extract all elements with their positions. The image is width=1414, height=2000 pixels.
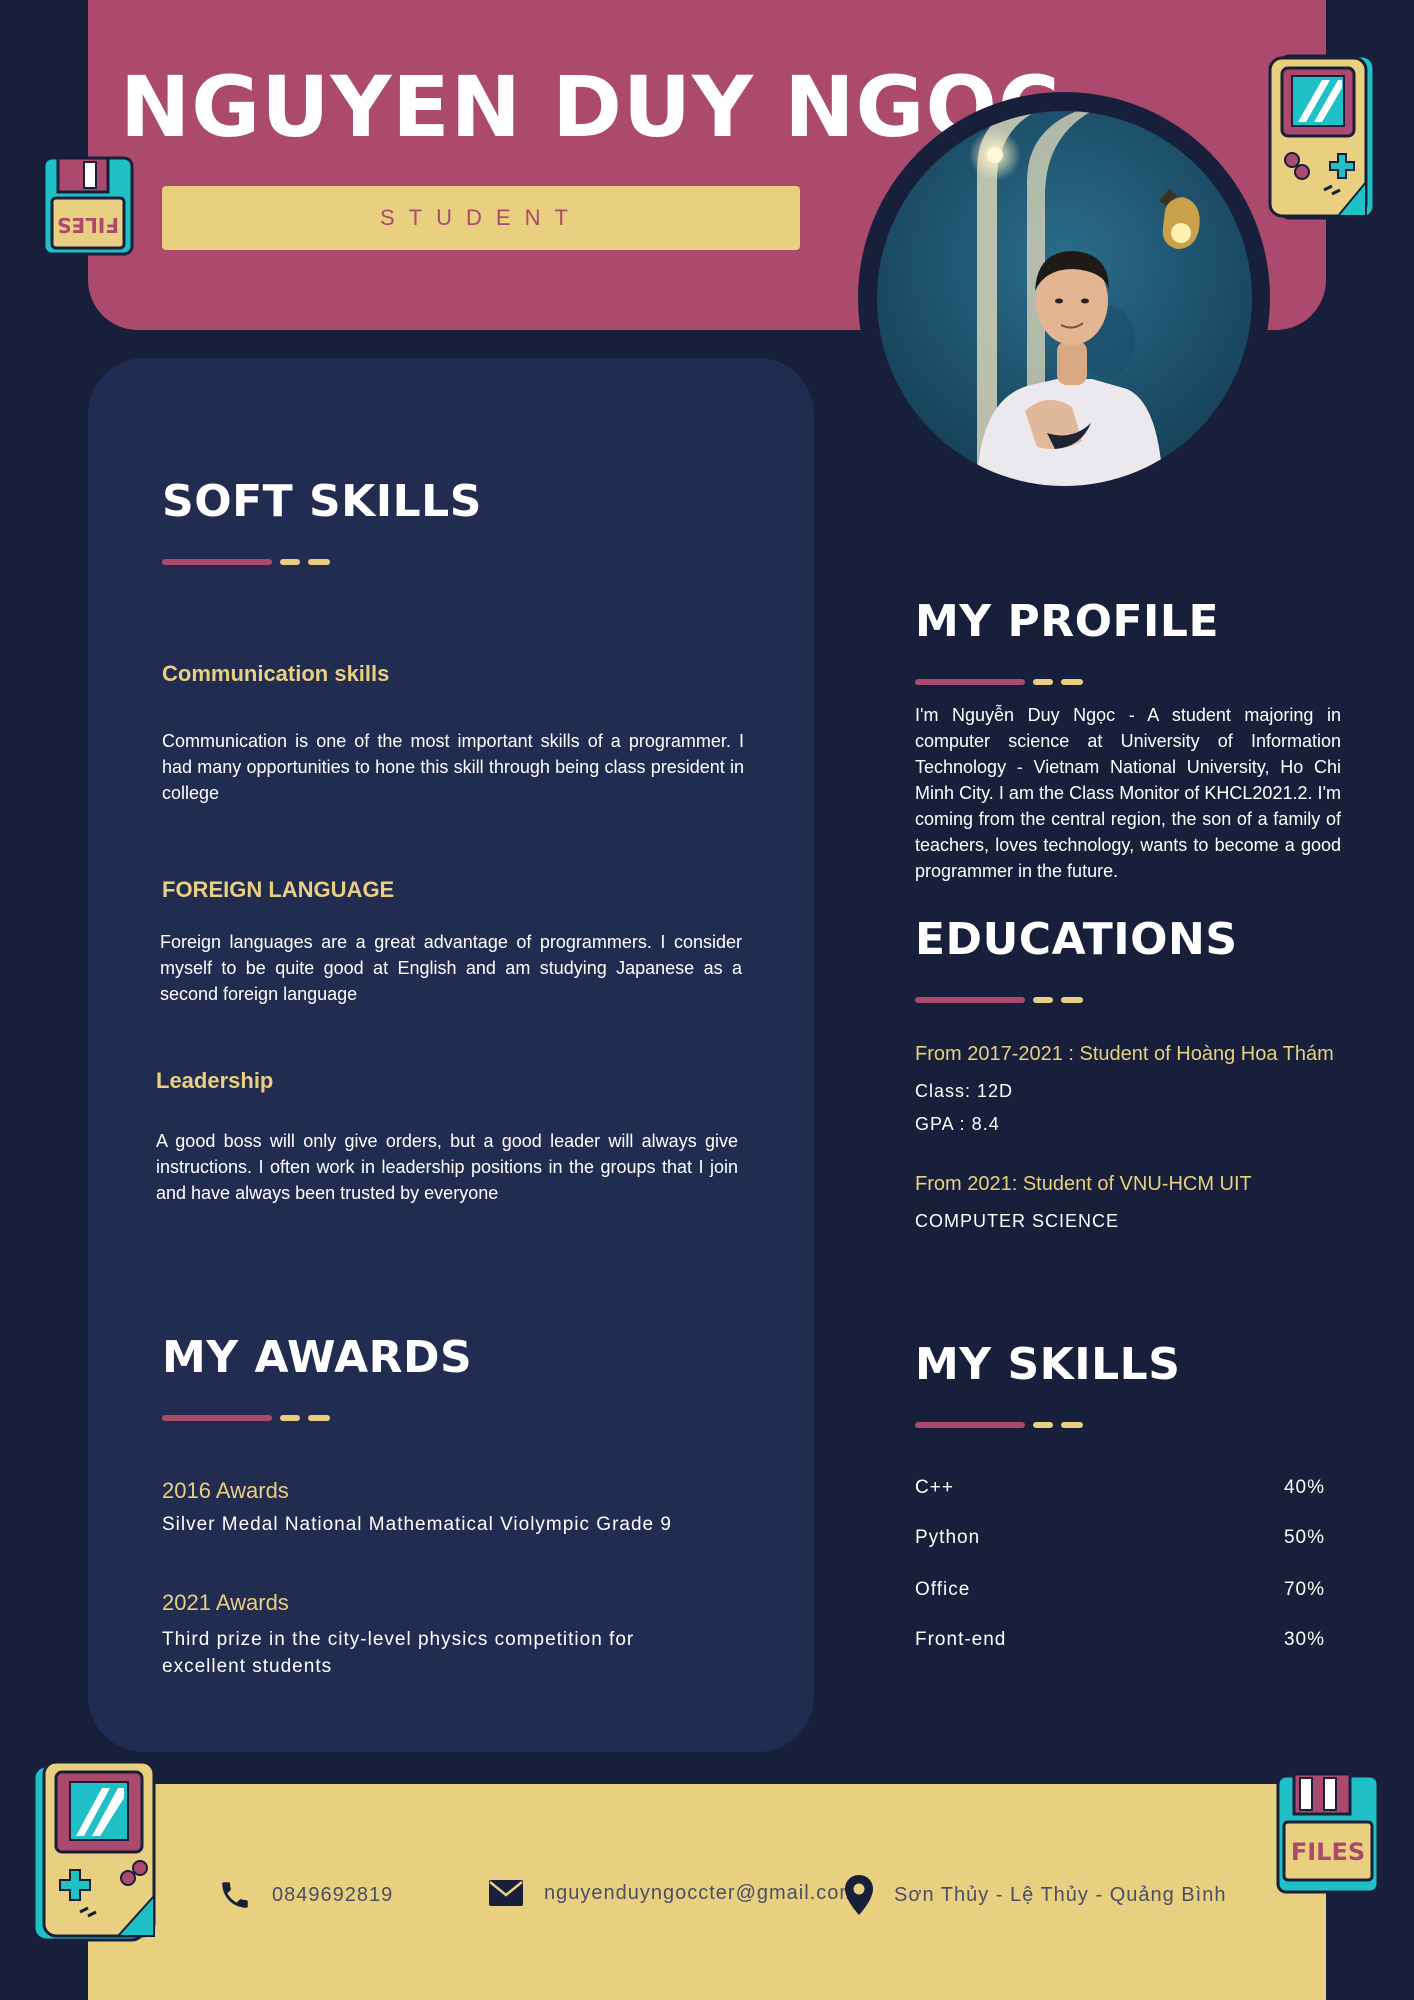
award-year-2016: 2016 Awards <box>162 1478 289 1503</box>
awards-heading: MY AWARDS <box>162 1332 473 1383</box>
skill-row-frontend: Front-end 30% <box>915 1629 1325 1659</box>
award-text-2016: Silver Medal National Mathematical Violy… <box>162 1514 672 1535</box>
skill-text-communication: Communication is one of the most importa… <box>162 731 744 803</box>
skills-divider <box>915 1422 1085 1428</box>
location-pin-icon <box>844 1874 874 1916</box>
education-title-university: From 2021: Student of VNU-HCM UIT <box>915 1173 1252 1195</box>
skill-text-foreign-language: Foreign languages are a great advantage … <box>160 932 742 1004</box>
skill-name: C++ <box>915 1477 954 1498</box>
education-heading: EDUCATIONS <box>915 914 1238 965</box>
avatar <box>877 111 1252 486</box>
skill-percent: 30% <box>1283 1629 1325 1650</box>
skill-title-communication: Communication skills <box>162 661 390 686</box>
skill-percent: 40% <box>1283 1477 1325 1498</box>
role-badge: STUDENT <box>162 186 800 250</box>
game-console-icon <box>30 1760 162 1949</box>
skill-title-leadership: Leadership <box>156 1068 274 1093</box>
game-console-icon <box>1268 52 1380 227</box>
award-text-2021: Third prize in the city-level physics co… <box>162 1629 635 1677</box>
floppy-disk-icon: FILES <box>38 154 138 263</box>
skill-row-cpp: C++ 40% <box>915 1477 1325 1507</box>
soft-skills-divider <box>162 559 332 565</box>
awards-divider <box>162 1415 332 1421</box>
award-year-2021: 2021 Awards <box>162 1590 289 1615</box>
phone-icon <box>218 1878 252 1912</box>
profile-divider <box>915 679 1085 685</box>
skill-percent: 50% <box>1283 1527 1325 1548</box>
skill-percent: 70% <box>1283 1579 1325 1600</box>
skill-name: Python <box>915 1527 981 1548</box>
floppy-disk-icon: FILES <box>1270 1770 1384 1903</box>
address-text: Sơn Thủy - Lệ Thủy - Quảng Bình <box>894 1883 1227 1906</box>
skill-text-leadership: A good boss will only give orders, but a… <box>156 1131 738 1203</box>
page-title: NGUYEN DUY NGOC <box>120 58 1061 156</box>
education-major: COMPUTER SCIENCE <box>915 1211 1120 1231</box>
phone-number[interactable]: 0849692819 <box>272 1884 393 1907</box>
skill-name: Office <box>915 1579 971 1600</box>
education-gpa: GPA : 8.4 <box>915 1114 1000 1134</box>
email-icon <box>488 1878 524 1908</box>
skill-name: Front-end <box>915 1629 1007 1650</box>
profile-heading: MY PROFILE <box>915 596 1220 647</box>
contact-phone: 0849692819 <box>218 1878 393 1912</box>
contact-address: Sơn Thủy - Lệ Thủy - Quảng Bình <box>844 1874 1226 1916</box>
skills-heading: MY SKILLS <box>915 1339 1181 1390</box>
skill-row-python: Python 50% <box>915 1527 1325 1557</box>
contact-email: nguyenduyngoccter@gmail.com <box>488 1878 857 1908</box>
floppy-label: FILES <box>1291 1838 1365 1866</box>
role-label: STUDENT <box>380 205 582 230</box>
education-class: Class: 12D <box>915 1081 1014 1101</box>
soft-skills-heading: SOFT SKILLS <box>162 476 482 527</box>
email-address[interactable]: nguyenduyngoccter@gmail.com <box>544 1882 857 1905</box>
education-title-highschool: From 2017-2021 : Student of Hoàng Hoa Th… <box>915 1043 1334 1065</box>
skill-title-foreign-language: FOREIGN LANGUAGE <box>162 877 395 902</box>
education-divider <box>915 997 1085 1003</box>
left-panel <box>88 358 814 1752</box>
profile-text: I'm Nguyễn Duy Ngọc - A student majoring… <box>915 705 1341 881</box>
floppy-label: FILES <box>57 213 119 237</box>
skill-row-office: Office 70% <box>915 1579 1325 1609</box>
